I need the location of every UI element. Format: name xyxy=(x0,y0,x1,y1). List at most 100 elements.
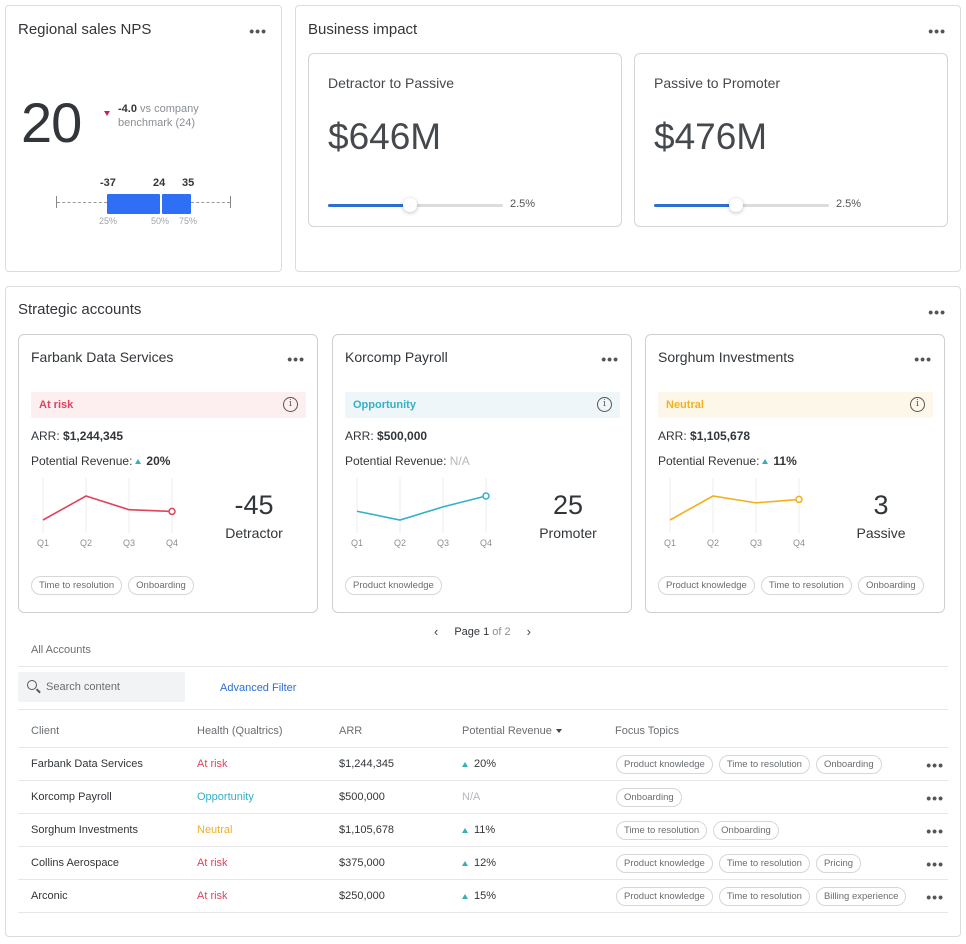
sparkline-quarter-label: Q1 xyxy=(351,538,363,548)
table-row[interactable]: Collins Aerospace At risk $375,000 12% P… xyxy=(18,846,948,879)
impact-card-detractor-to-passive: Detractor to Passive $646M 2.5% xyxy=(308,53,622,227)
potential-revenue-cell: N/A xyxy=(462,791,481,803)
more-horizontal-icon[interactable]: ••• xyxy=(601,352,619,366)
sparkline-last-point xyxy=(795,495,803,504)
boxplot-lower-dash xyxy=(57,202,107,203)
potential-revenue-cell: 20% xyxy=(462,758,496,770)
topic-tag[interactable]: Billing experience xyxy=(815,887,907,906)
divider xyxy=(18,666,948,667)
health-cell: At risk xyxy=(197,890,228,902)
topic-tag[interactable]: Onboarding xyxy=(713,821,779,840)
topic-tag[interactable]: Time to resolution xyxy=(718,755,810,774)
arr-line: ARR: $1,105,678 xyxy=(658,429,750,443)
potential-revenue-value: 11% xyxy=(474,824,496,836)
topic-tag[interactable]: Pricing xyxy=(815,854,862,873)
client-cell[interactable]: Collins Aerospace xyxy=(31,857,119,869)
column-header-arr[interactable]: ARR xyxy=(339,725,362,737)
topic-tag[interactable]: Onboarding xyxy=(128,576,194,595)
impact-slider[interactable] xyxy=(328,198,503,212)
account-card[interactable]: Korcomp Payroll ••• Opportunity i ARR: $… xyxy=(332,334,632,613)
table-row[interactable]: Farbank Data Services At risk $1,244,345… xyxy=(18,747,948,780)
topic-tag[interactable]: Time to resolution xyxy=(616,821,708,840)
column-header-potential-revenue[interactable]: Potential Revenue xyxy=(462,725,562,737)
topic-tag[interactable]: Onboarding xyxy=(616,788,682,807)
topic-tag[interactable]: Time to resolution xyxy=(31,576,123,595)
chevron-right-icon[interactable]: › xyxy=(519,624,539,639)
sparkline-quarter-label: Q1 xyxy=(664,538,676,548)
client-cell[interactable]: Farbank Data Services xyxy=(31,758,143,770)
page-indicator: Page 1 of 2 xyxy=(446,626,518,638)
divider xyxy=(18,709,948,710)
more-horizontal-icon[interactable]: ••• xyxy=(928,24,946,38)
topic-tag[interactable]: Time to resolution xyxy=(718,887,810,906)
sparkline-quarter-label: Q2 xyxy=(80,538,92,548)
potential-revenue-value: 20% xyxy=(474,758,497,770)
account-nps-category: Promoter xyxy=(539,525,597,541)
strategic-accounts-title: Strategic accounts xyxy=(18,301,142,318)
impact-card-title: Passive to Promoter xyxy=(654,75,781,91)
table-row[interactable]: Korcomp Payroll Opportunity $500,000 N/A… xyxy=(18,780,948,813)
sparkline-quarter-label: Q3 xyxy=(123,538,135,548)
slider-thumb[interactable] xyxy=(403,198,418,212)
more-horizontal-icon[interactable]: ••• xyxy=(926,857,944,871)
client-cell[interactable]: Sorghum Investments xyxy=(31,824,138,836)
arr-cell: $375,000 xyxy=(339,857,385,869)
chevron-left-icon[interactable]: ‹ xyxy=(426,624,446,639)
advanced-filter-link[interactable]: Advanced Filter xyxy=(220,682,296,694)
boxplot-median-label: 24 xyxy=(153,177,166,189)
topic-tag[interactable]: Product knowledge xyxy=(616,755,713,774)
topic-tag[interactable]: Time to resolution xyxy=(760,576,852,595)
slider-value-label: 2.5% xyxy=(836,198,862,210)
column-header-health[interactable]: Health (Qualtrics) xyxy=(197,725,283,737)
sparkline-quarter-label: Q2 xyxy=(707,538,719,548)
topic-tag[interactable]: Onboarding xyxy=(815,755,882,774)
topic-tag[interactable]: Onboarding xyxy=(857,576,924,595)
health-cell: At risk xyxy=(197,857,228,869)
nps-delta: -4.0 vs company benchmark (24) xyxy=(104,102,218,130)
column-header-focus-topics[interactable]: Focus Topics xyxy=(615,725,679,737)
more-horizontal-icon[interactable]: ••• xyxy=(914,352,932,366)
table-row[interactable]: Sorghum Investments Neutral $1,105,678 1… xyxy=(18,813,948,846)
search-field[interactable] xyxy=(18,672,185,702)
topic-tag[interactable]: Product knowledge xyxy=(345,576,442,595)
health-status-label: At risk xyxy=(39,399,74,411)
info-icon[interactable]: i xyxy=(597,397,612,412)
more-horizontal-icon[interactable]: ••• xyxy=(926,824,944,838)
more-horizontal-icon[interactable]: ••• xyxy=(926,791,944,805)
impact-slider[interactable] xyxy=(654,198,829,212)
boxplot-lower-box xyxy=(107,194,160,214)
sparkline-line xyxy=(356,495,487,521)
more-horizontal-icon[interactable]: ••• xyxy=(926,758,944,772)
topic-tag[interactable]: Product knowledge xyxy=(616,887,713,906)
table-row[interactable]: Arconic At risk $250,000 15% Product kno… xyxy=(18,879,948,912)
boxplot-upper-dash xyxy=(191,202,230,203)
triangle-up-icon xyxy=(762,458,769,464)
triangle-down-icon xyxy=(104,111,110,116)
account-nps-score: 3 xyxy=(873,490,889,520)
more-horizontal-icon[interactable]: ••• xyxy=(287,352,305,366)
client-cell[interactable]: Arconic xyxy=(31,890,68,902)
impact-card-value: $476M xyxy=(654,116,768,157)
potential-revenue-value: N/A xyxy=(449,454,470,468)
topic-tag[interactable]: Time to resolution xyxy=(718,854,810,873)
account-card[interactable]: Farbank Data Services ••• At risk i ARR:… xyxy=(18,334,318,613)
sparkline-last-point xyxy=(482,492,490,500)
account-card[interactable]: Sorghum Investments ••• Neutral i ARR: $… xyxy=(645,334,945,613)
focus-topics-cell: Time to resolution Onboarding xyxy=(616,821,779,840)
potential-revenue-cell: 12% xyxy=(462,857,496,869)
search-input[interactable] xyxy=(46,678,176,696)
topic-tag[interactable]: Product knowledge xyxy=(616,854,713,873)
more-horizontal-icon[interactable]: ••• xyxy=(249,24,267,38)
topic-tag[interactable]: Product knowledge xyxy=(658,576,755,595)
health-cell: Neutral xyxy=(197,824,233,836)
slider-thumb[interactable] xyxy=(729,198,744,212)
more-horizontal-icon[interactable]: ••• xyxy=(928,305,946,319)
column-header-client[interactable]: Client xyxy=(31,725,59,737)
sparkline-quarter-label: Q4 xyxy=(480,538,492,548)
client-cell[interactable]: Korcomp Payroll xyxy=(31,791,112,803)
more-horizontal-icon[interactable]: ••• xyxy=(926,890,944,904)
focus-topics-cell: Onboarding xyxy=(616,788,682,807)
potential-revenue-value: 11% xyxy=(773,454,797,468)
info-icon[interactable]: i xyxy=(910,397,925,412)
info-icon[interactable]: i xyxy=(283,397,298,412)
